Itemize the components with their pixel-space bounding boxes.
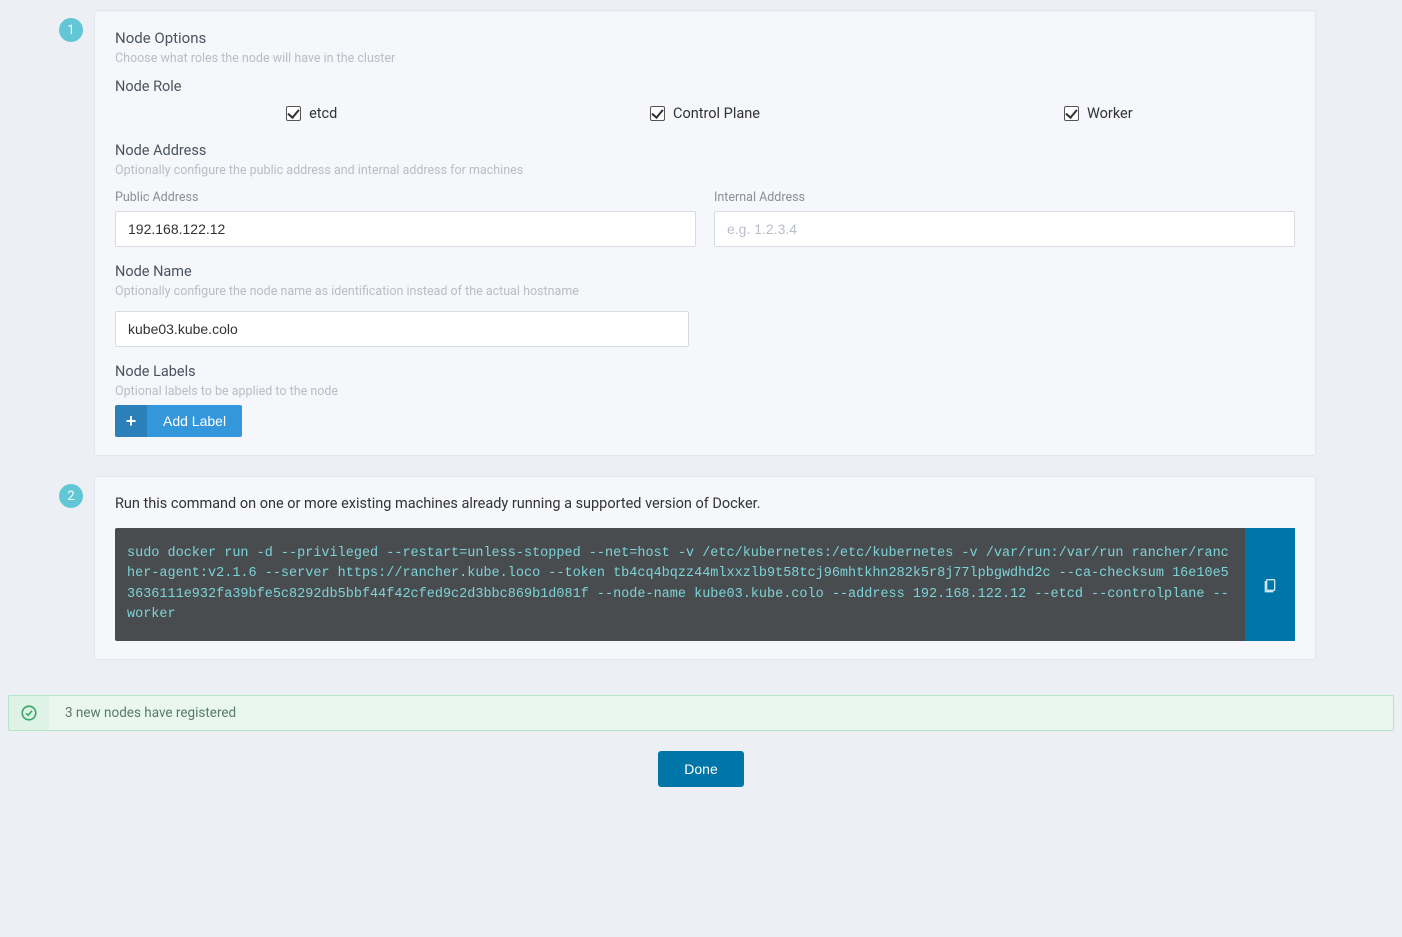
internal-address-field: Internal Address xyxy=(714,190,1295,247)
node-labels-header: Node Labels xyxy=(115,363,1295,380)
node-name-input[interactable] xyxy=(115,311,689,347)
copy-button[interactable] xyxy=(1245,528,1295,641)
node-name-header: Node Name xyxy=(115,263,1295,280)
role-control-plane[interactable]: Control Plane xyxy=(508,105,901,122)
add-label-button[interactable]: + Add Label xyxy=(115,405,242,437)
role-worker[interactable]: Worker xyxy=(902,105,1295,122)
add-label-text: Add Label xyxy=(147,413,242,429)
role-worker-label: Worker xyxy=(1087,105,1133,122)
node-address-sub: Optionally configure the public address … xyxy=(115,163,1295,178)
command-box: sudo docker run -d --privileged --restar… xyxy=(115,528,1295,641)
node-address-header: Node Address xyxy=(115,142,1295,159)
checkbox-icon[interactable] xyxy=(1064,106,1079,121)
public-address-input[interactable] xyxy=(115,211,696,247)
node-options-subtitle: Choose what roles the node will have in … xyxy=(115,51,1295,66)
step-badge-1: 1 xyxy=(59,18,83,42)
checkbox-icon[interactable] xyxy=(286,106,301,121)
step-1: 1 Node Options Choose what roles the nod… xyxy=(94,10,1398,456)
plus-icon: + xyxy=(115,405,147,437)
node-options-panel: Node Options Choose what roles the node … xyxy=(94,10,1316,456)
checkbox-icon[interactable] xyxy=(650,106,665,121)
step-badge-2: 2 xyxy=(59,484,83,508)
node-options-title: Node Options xyxy=(115,29,1295,47)
done-button[interactable]: Done xyxy=(658,751,743,787)
clipboard-icon xyxy=(1262,576,1278,594)
notification-banner: 3 new nodes have registered xyxy=(8,695,1394,731)
node-role-header: Node Role xyxy=(115,78,1295,95)
public-address-field: Public Address xyxy=(115,190,696,247)
command-text: sudo docker run -d --privileged --restar… xyxy=(115,528,1245,641)
run-command-panel: Run this command on one or more existing… xyxy=(94,476,1316,660)
run-command-text: Run this command on one or more existing… xyxy=(115,495,1295,512)
notification-text: 3 new nodes have registered xyxy=(49,705,252,721)
node-name-field xyxy=(115,311,689,347)
internal-address-input[interactable] xyxy=(714,211,1295,247)
role-etcd[interactable]: etcd xyxy=(115,105,508,122)
role-etcd-label: etcd xyxy=(309,105,337,122)
step-2: 2 Run this command on one or more existi… xyxy=(94,476,1398,660)
public-address-label: Public Address xyxy=(115,190,696,205)
node-name-sub: Optionally configure the node name as id… xyxy=(115,284,1295,299)
role-control-label: Control Plane xyxy=(673,105,760,122)
success-icon xyxy=(9,696,49,730)
node-role-row: etcd Control Plane Worker xyxy=(115,105,1295,122)
internal-address-label: Internal Address xyxy=(714,190,1295,205)
node-labels-sub: Optional labels to be applied to the nod… xyxy=(115,384,1295,399)
